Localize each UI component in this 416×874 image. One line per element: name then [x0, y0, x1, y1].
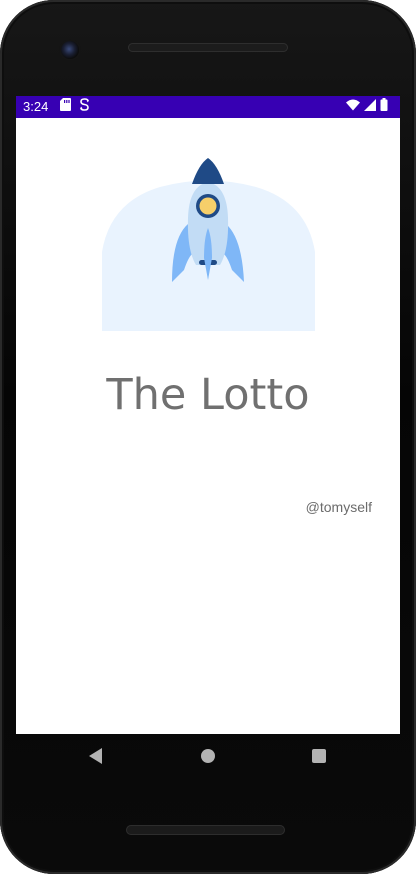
app-title: The Lotto	[106, 370, 310, 420]
home-icon[interactable]	[201, 749, 215, 763]
rocket-icon	[102, 158, 315, 331]
phone-frame: 3:24 The Lotto @tomyself	[0, 0, 416, 874]
earpiece-slot	[193, 16, 223, 26]
status-time: 3:24	[23, 99, 49, 114]
sync-icon	[79, 98, 90, 116]
wifi-icon	[346, 98, 360, 116]
author-byline: @tomyself	[305, 499, 372, 515]
device-screen: 3:24 The Lotto @tomyself	[16, 96, 400, 734]
signal-icon	[364, 98, 376, 116]
rocket-illustration	[102, 158, 315, 331]
bottom-speaker-grille	[126, 825, 285, 835]
battery-icon	[380, 98, 388, 116]
status-right-icons	[346, 98, 388, 116]
sd-card-icon	[60, 98, 71, 116]
status-bar: 3:24	[16, 96, 400, 118]
top-speaker-grille	[128, 43, 288, 52]
back-icon[interactable]	[89, 748, 102, 764]
recents-icon[interactable]	[312, 749, 326, 763]
status-left-icons	[60, 98, 90, 116]
front-camera	[61, 41, 79, 59]
